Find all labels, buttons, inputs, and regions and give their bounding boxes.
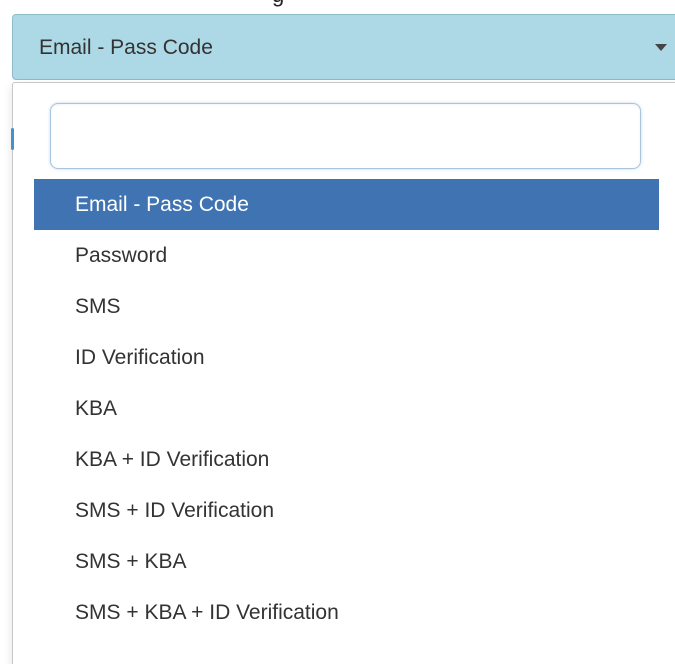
option-sms[interactable]: SMS <box>34 281 659 332</box>
option-id-verification[interactable]: ID Verification <box>34 332 659 383</box>
option-kba[interactable]: KBA <box>34 383 659 434</box>
select-current-value: Email - Pass Code <box>39 36 213 59</box>
option-kba-id-verification[interactable]: KBA + ID Verification <box>34 434 659 485</box>
option-list: Email - Pass Code Password SMS ID Verifi… <box>34 179 659 638</box>
heading-fragment: g <box>272 0 284 6</box>
option-email-pass-code[interactable]: Email - Pass Code <box>34 179 659 230</box>
dropdown-search-input[interactable] <box>50 103 641 169</box>
option-password[interactable]: Password <box>34 230 659 281</box>
option-sms-id-verification[interactable]: SMS + ID Verification <box>34 485 659 536</box>
option-sms-kba[interactable]: SMS + KBA <box>34 536 659 587</box>
page: g Email - Pass Code Email - Pass Code Pa… <box>0 0 675 664</box>
caret-down-icon[interactable] <box>655 44 667 51</box>
option-sms-kba-id-verification[interactable]: SMS + KBA + ID Verification <box>34 587 659 638</box>
authentication-method-select[interactable]: Email - Pass Code <box>12 14 675 80</box>
left-edge-accent <box>11 128 14 150</box>
